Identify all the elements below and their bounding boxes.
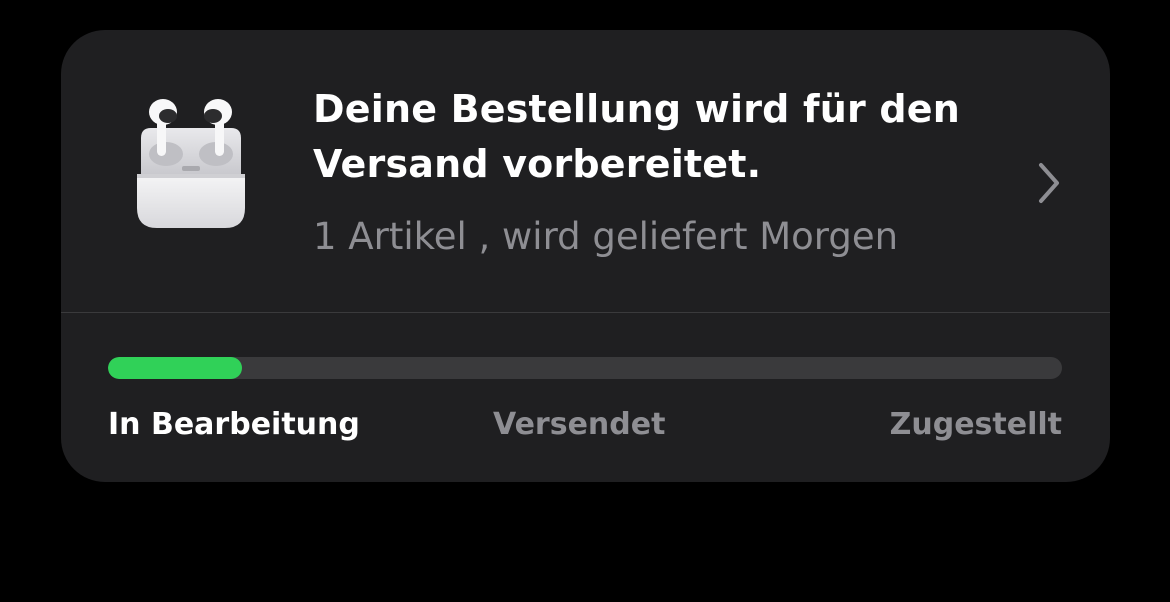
shipping-progress-fill <box>108 357 242 379</box>
order-details-link[interactable]: Deine Bestellung wird für den Versand vo… <box>61 30 1110 312</box>
airpods-pro-icon <box>137 99 245 228</box>
delivery-info: 1 Artikel , wird geliefert Morgen <box>313 215 899 258</box>
chevron-right-icon[interactable] <box>1037 161 1061 205</box>
order-status-card[interactable]: Deine Bestellung wird für den Versand vo… <box>61 30 1110 482</box>
divider <box>61 312 1110 313</box>
shipping-progress-bar <box>108 357 1062 379</box>
step-shipped: Versendet <box>493 407 666 442</box>
step-delivered: Zugestellt <box>889 407 1062 442</box>
step-processing: In Bearbeitung <box>108 407 360 442</box>
order-status-title: Deine Bestellung wird für den Versand vo… <box>313 87 960 186</box>
